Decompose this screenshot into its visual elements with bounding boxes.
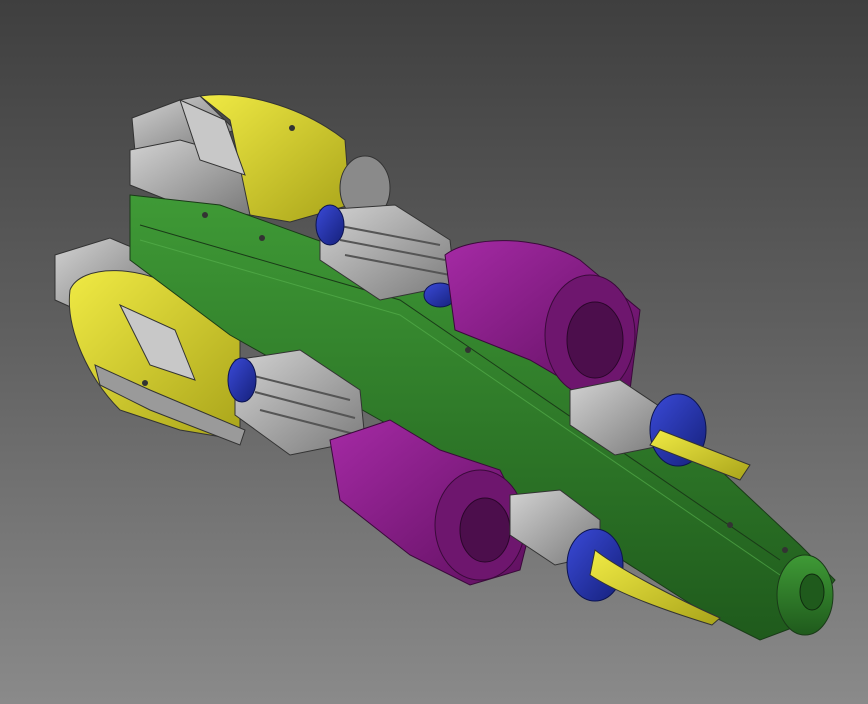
spindle-cutaway-model	[54, 94, 836, 641]
cad-viewport[interactable]	[0, 0, 868, 704]
